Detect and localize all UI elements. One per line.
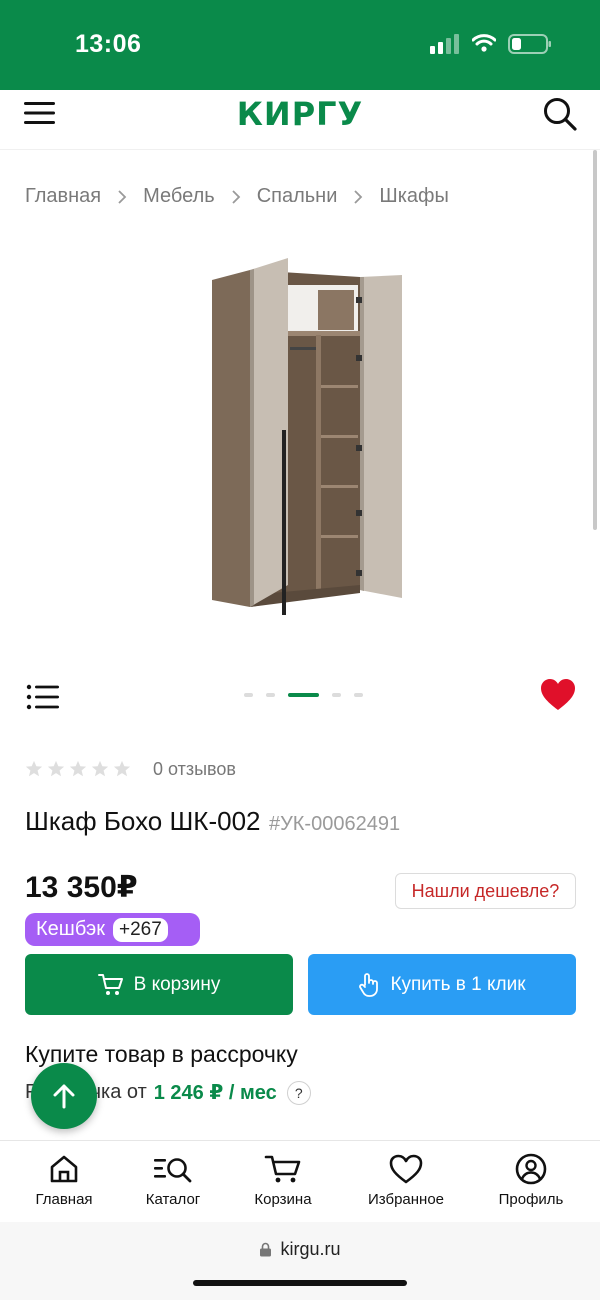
product-image[interactable]: [200, 255, 410, 620]
rating-stars: [25, 760, 135, 778]
scroll-indicator[interactable]: [593, 150, 597, 530]
url-text: kirgu.ru: [280, 1239, 341, 1259]
url-bar[interactable]: kirgu.ru: [0, 1239, 600, 1260]
pagination-dot[interactable]: [244, 693, 253, 697]
scroll-to-top-button[interactable]: [31, 1063, 97, 1129]
product-sku: #УК-00062491: [268, 813, 401, 835]
cashback-label: Кешбэк: [36, 918, 106, 940]
cart-icon: [264, 1155, 301, 1183]
lock-icon: [260, 1242, 272, 1257]
status-time: 13:06: [75, 30, 142, 58]
nav-profile[interactable]: Профиль: [494, 1153, 568, 1208]
chevron-right-icon: [118, 189, 127, 204]
signal-icon: [430, 34, 459, 54]
pagination-dot[interactable]: [332, 693, 341, 697]
breadcrumb-home[interactable]: Главная: [25, 185, 101, 208]
wifi-icon: [472, 34, 496, 52]
breadcrumb: Главная Мебель Спальни Шкафы: [25, 185, 449, 208]
profile-icon: [515, 1153, 547, 1185]
site-logo[interactable]: КИРГУ: [0, 95, 600, 133]
heart-icon: [389, 1154, 423, 1184]
browser-bar: kirgu.ru: [0, 1222, 600, 1300]
hand-pointer-icon: [359, 972, 379, 997]
help-icon[interactable]: ?: [286, 1080, 311, 1105]
status-bar: 13:06: [0, 0, 600, 90]
nav-cart[interactable]: Корзина: [246, 1153, 320, 1208]
product-price: 13 350₽: [25, 871, 138, 904]
star-icon: [91, 760, 109, 777]
star-icon: [113, 760, 131, 777]
bottom-nav: Главная Каталог Корзина Избранное Профил…: [0, 1140, 600, 1222]
heart-icon[interactable]: [540, 678, 576, 712]
reviews-count[interactable]: 0 отзывов: [153, 759, 236, 780]
breadcrumb-furniture[interactable]: Мебель: [143, 185, 215, 208]
search-icon[interactable]: [542, 96, 578, 132]
battery-icon: [508, 34, 551, 54]
breadcrumb-bedrooms[interactable]: Спальни: [257, 185, 338, 208]
add-to-cart-label: В корзину: [133, 973, 221, 995]
installment-amount: 1 246 ₽ / мес: [153, 1082, 277, 1104]
cashback-value: +267: [113, 917, 168, 942]
cashback-badge: Кешбэк +267: [25, 913, 200, 946]
home-indicator: [193, 1280, 407, 1286]
nav-cart-label: Корзина: [254, 1191, 312, 1208]
add-to-cart-button[interactable]: В корзину: [25, 954, 293, 1015]
site-header: КИРГУ: [0, 90, 600, 150]
title-row: Шкаф Бохо ШК-002 #УК-00062491: [25, 806, 400, 837]
buy-one-click-label: Купить в 1 клик: [390, 973, 526, 995]
home-icon: [50, 1155, 78, 1183]
star-icon: [25, 760, 43, 777]
star-icon: [47, 760, 65, 777]
product-title: Шкаф Бохо ШК-002: [25, 806, 261, 836]
nav-catalog-label: Каталог: [145, 1191, 201, 1208]
catalog-icon: [154, 1158, 192, 1183]
cart-icon: [97, 973, 123, 995]
nav-home-label: Главная: [35, 1191, 93, 1208]
star-icon: [69, 760, 87, 777]
arrow-up-icon: [53, 1084, 75, 1109]
breadcrumb-wardrobes[interactable]: Шкафы: [379, 185, 448, 208]
chevron-right-icon: [232, 189, 240, 204]
pagination-dot[interactable]: [354, 693, 363, 697]
nav-profile-label: Профиль: [498, 1191, 564, 1208]
nav-home[interactable]: Главная: [28, 1153, 100, 1208]
buy-one-click-button[interactable]: Купить в 1 клик: [308, 954, 576, 1015]
gallery-pagination: [244, 693, 376, 697]
nav-favorites-label: Избранное: [367, 1191, 445, 1208]
list-icon[interactable]: [26, 684, 60, 710]
chevron-right-icon: [354, 189, 363, 204]
nav-favorites[interactable]: Избранное: [360, 1153, 452, 1208]
pagination-dot[interactable]: [288, 693, 319, 697]
nav-catalog[interactable]: Каталог: [138, 1153, 208, 1208]
pagination-dot[interactable]: [266, 693, 275, 697]
found-cheaper-button[interactable]: Нашли дешевле?: [395, 873, 576, 909]
